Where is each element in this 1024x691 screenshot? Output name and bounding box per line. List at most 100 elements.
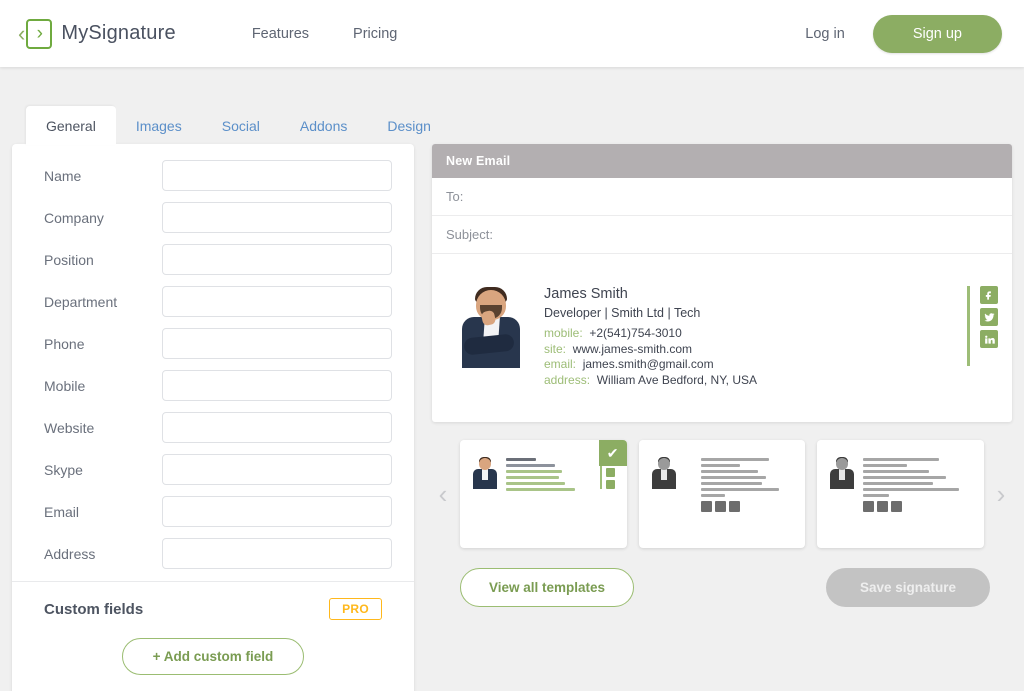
template-selected-check-icon: ✔ xyxy=(598,440,627,466)
input-mobile[interactable] xyxy=(162,370,392,401)
add-custom-field-button[interactable]: + Add custom field xyxy=(121,638,305,675)
signature-social-block xyxy=(967,284,998,366)
view-all-templates-button[interactable]: View all templates xyxy=(460,568,635,607)
signature-avatar xyxy=(458,284,524,368)
signature-value-email: james.smith@gmail.com xyxy=(582,357,714,371)
template-1-linkedin-icon xyxy=(605,480,615,489)
nav-item-pricing[interactable]: Pricing xyxy=(353,26,397,42)
input-name[interactable] xyxy=(162,160,392,191)
field-row-email: Email xyxy=(34,496,392,527)
field-row-skype: Skype xyxy=(34,454,392,485)
signature-role: Developer | Smith Ltd | Tech xyxy=(544,306,701,320)
signature-divider-rule xyxy=(967,286,970,366)
logo-box-icon: › xyxy=(26,18,53,49)
signup-button[interactable]: Sign up xyxy=(872,14,1002,53)
label-mobile: Mobile xyxy=(44,377,86,394)
input-department[interactable] xyxy=(162,286,392,317)
email-body: James Smith Developer | Smith Ltd | Tech… xyxy=(432,254,1012,422)
tab-images[interactable]: Images xyxy=(116,106,202,145)
template-2-twitter-icon xyxy=(714,501,726,512)
field-row-department: Department xyxy=(34,286,392,317)
carousel-next-icon[interactable]: › xyxy=(990,481,1012,507)
label-email: Email xyxy=(44,503,80,520)
label-skype: Skype xyxy=(44,461,83,478)
signature-row-email: email: james.smith@gmail.com xyxy=(544,357,947,373)
template-card-2[interactable] xyxy=(638,440,806,548)
template-2-avatar xyxy=(651,456,677,489)
field-row-phone: Phone xyxy=(34,328,392,359)
email-to-row[interactable]: To: xyxy=(432,178,1012,216)
email-subject-row[interactable]: Subject: xyxy=(432,216,1012,254)
input-website[interactable] xyxy=(162,412,392,443)
template-3-preview xyxy=(829,456,972,512)
label-address: Address xyxy=(44,545,96,562)
tab-design[interactable]: Design xyxy=(367,106,451,145)
brand-logo[interactable]: ‹ › MySignature xyxy=(18,18,176,49)
field-row-website: Website xyxy=(34,412,392,443)
template-1-avatar xyxy=(472,456,498,489)
chevron-right-icon: › xyxy=(36,23,43,44)
tab-general[interactable]: General xyxy=(26,106,116,145)
signature-value-site: www.james-smith.com xyxy=(572,341,693,356)
signature-name: James Smith xyxy=(544,286,628,302)
tab-addons[interactable]: Addons xyxy=(280,106,367,145)
field-row-company: Company xyxy=(34,202,392,233)
input-company[interactable] xyxy=(162,202,392,233)
signature-key-site: site: xyxy=(544,341,567,356)
field-row-address: Address xyxy=(34,538,392,569)
template-3-avatar xyxy=(829,456,855,489)
template-3-facebook-icon xyxy=(863,501,875,512)
signature-key-email: email: xyxy=(544,357,577,371)
template-carousel: ‹ ✔ › xyxy=(432,440,1012,548)
signature-key-address: address: xyxy=(544,372,591,387)
label-name: Name xyxy=(44,167,82,184)
email-window-title: New Email xyxy=(432,144,1012,178)
input-email[interactable] xyxy=(162,496,392,527)
facebook-icon[interactable] xyxy=(980,286,998,304)
brand-name: MySignature xyxy=(61,22,176,44)
field-row-position: Position xyxy=(34,244,392,275)
template-1-lines xyxy=(506,456,586,494)
input-position[interactable] xyxy=(162,244,392,275)
signature-preview: James Smith Developer | Smith Ltd | Tech… xyxy=(458,284,998,388)
template-2-lines xyxy=(700,456,794,512)
signature-value-mobile: +2(541)754-3010 xyxy=(589,326,682,340)
logo-mark: ‹ › xyxy=(18,18,53,49)
template-3-lines xyxy=(863,456,972,512)
signature-value-address: William Ave Bedford, NY, USA xyxy=(596,372,757,387)
input-phone[interactable] xyxy=(162,328,392,359)
template-2-linkedin-icon xyxy=(728,501,740,512)
carousel-prev-icon[interactable]: ‹ xyxy=(432,481,454,507)
pro-badge[interactable]: PRO xyxy=(329,598,382,620)
signature-details: James Smith Developer | Smith Ltd | Tech… xyxy=(544,284,947,388)
template-2-preview xyxy=(651,456,794,512)
template-3-twitter-icon xyxy=(877,501,889,512)
preview-column: New Email To: Subject: James Smith Devel… xyxy=(432,105,1012,607)
signature-social-icons xyxy=(980,286,998,366)
header-actions: Log in Sign up xyxy=(805,14,1002,53)
field-row-mobile: Mobile xyxy=(34,370,392,401)
signature-key-mobile: mobile: xyxy=(544,326,583,340)
template-card-1[interactable]: ✔ xyxy=(460,440,627,548)
twitter-icon[interactable] xyxy=(980,308,998,326)
preview-actions: View all templates Save signature xyxy=(432,568,1012,607)
template-1-twitter-icon xyxy=(605,468,615,477)
linkedin-icon[interactable] xyxy=(980,330,998,348)
label-department: Department xyxy=(44,293,118,310)
input-skype[interactable] xyxy=(162,454,392,485)
signature-row-mobile: mobile: +2(541)754-3010 xyxy=(544,326,947,342)
main-nav: Features Pricing xyxy=(252,26,398,42)
input-address[interactable] xyxy=(162,538,392,569)
save-signature-button[interactable]: Save signature xyxy=(825,568,990,607)
template-2-facebook-icon xyxy=(700,501,712,512)
email-preview-card: New Email To: Subject: James Smith Devel… xyxy=(432,144,1012,422)
tab-social[interactable]: Social xyxy=(202,106,280,145)
login-link[interactable]: Log in xyxy=(805,26,845,42)
label-company: Company xyxy=(44,209,104,226)
page-body: General Images Social Addons Design Name… xyxy=(0,67,1024,691)
template-3-linkedin-icon xyxy=(891,501,903,512)
add-custom-field-wrap: + Add custom field xyxy=(34,620,392,691)
template-card-3[interactable] xyxy=(817,440,985,548)
nav-item-features[interactable]: Features xyxy=(252,26,309,42)
site-header: ‹ › MySignature Features Pricing Log in … xyxy=(0,0,1024,67)
